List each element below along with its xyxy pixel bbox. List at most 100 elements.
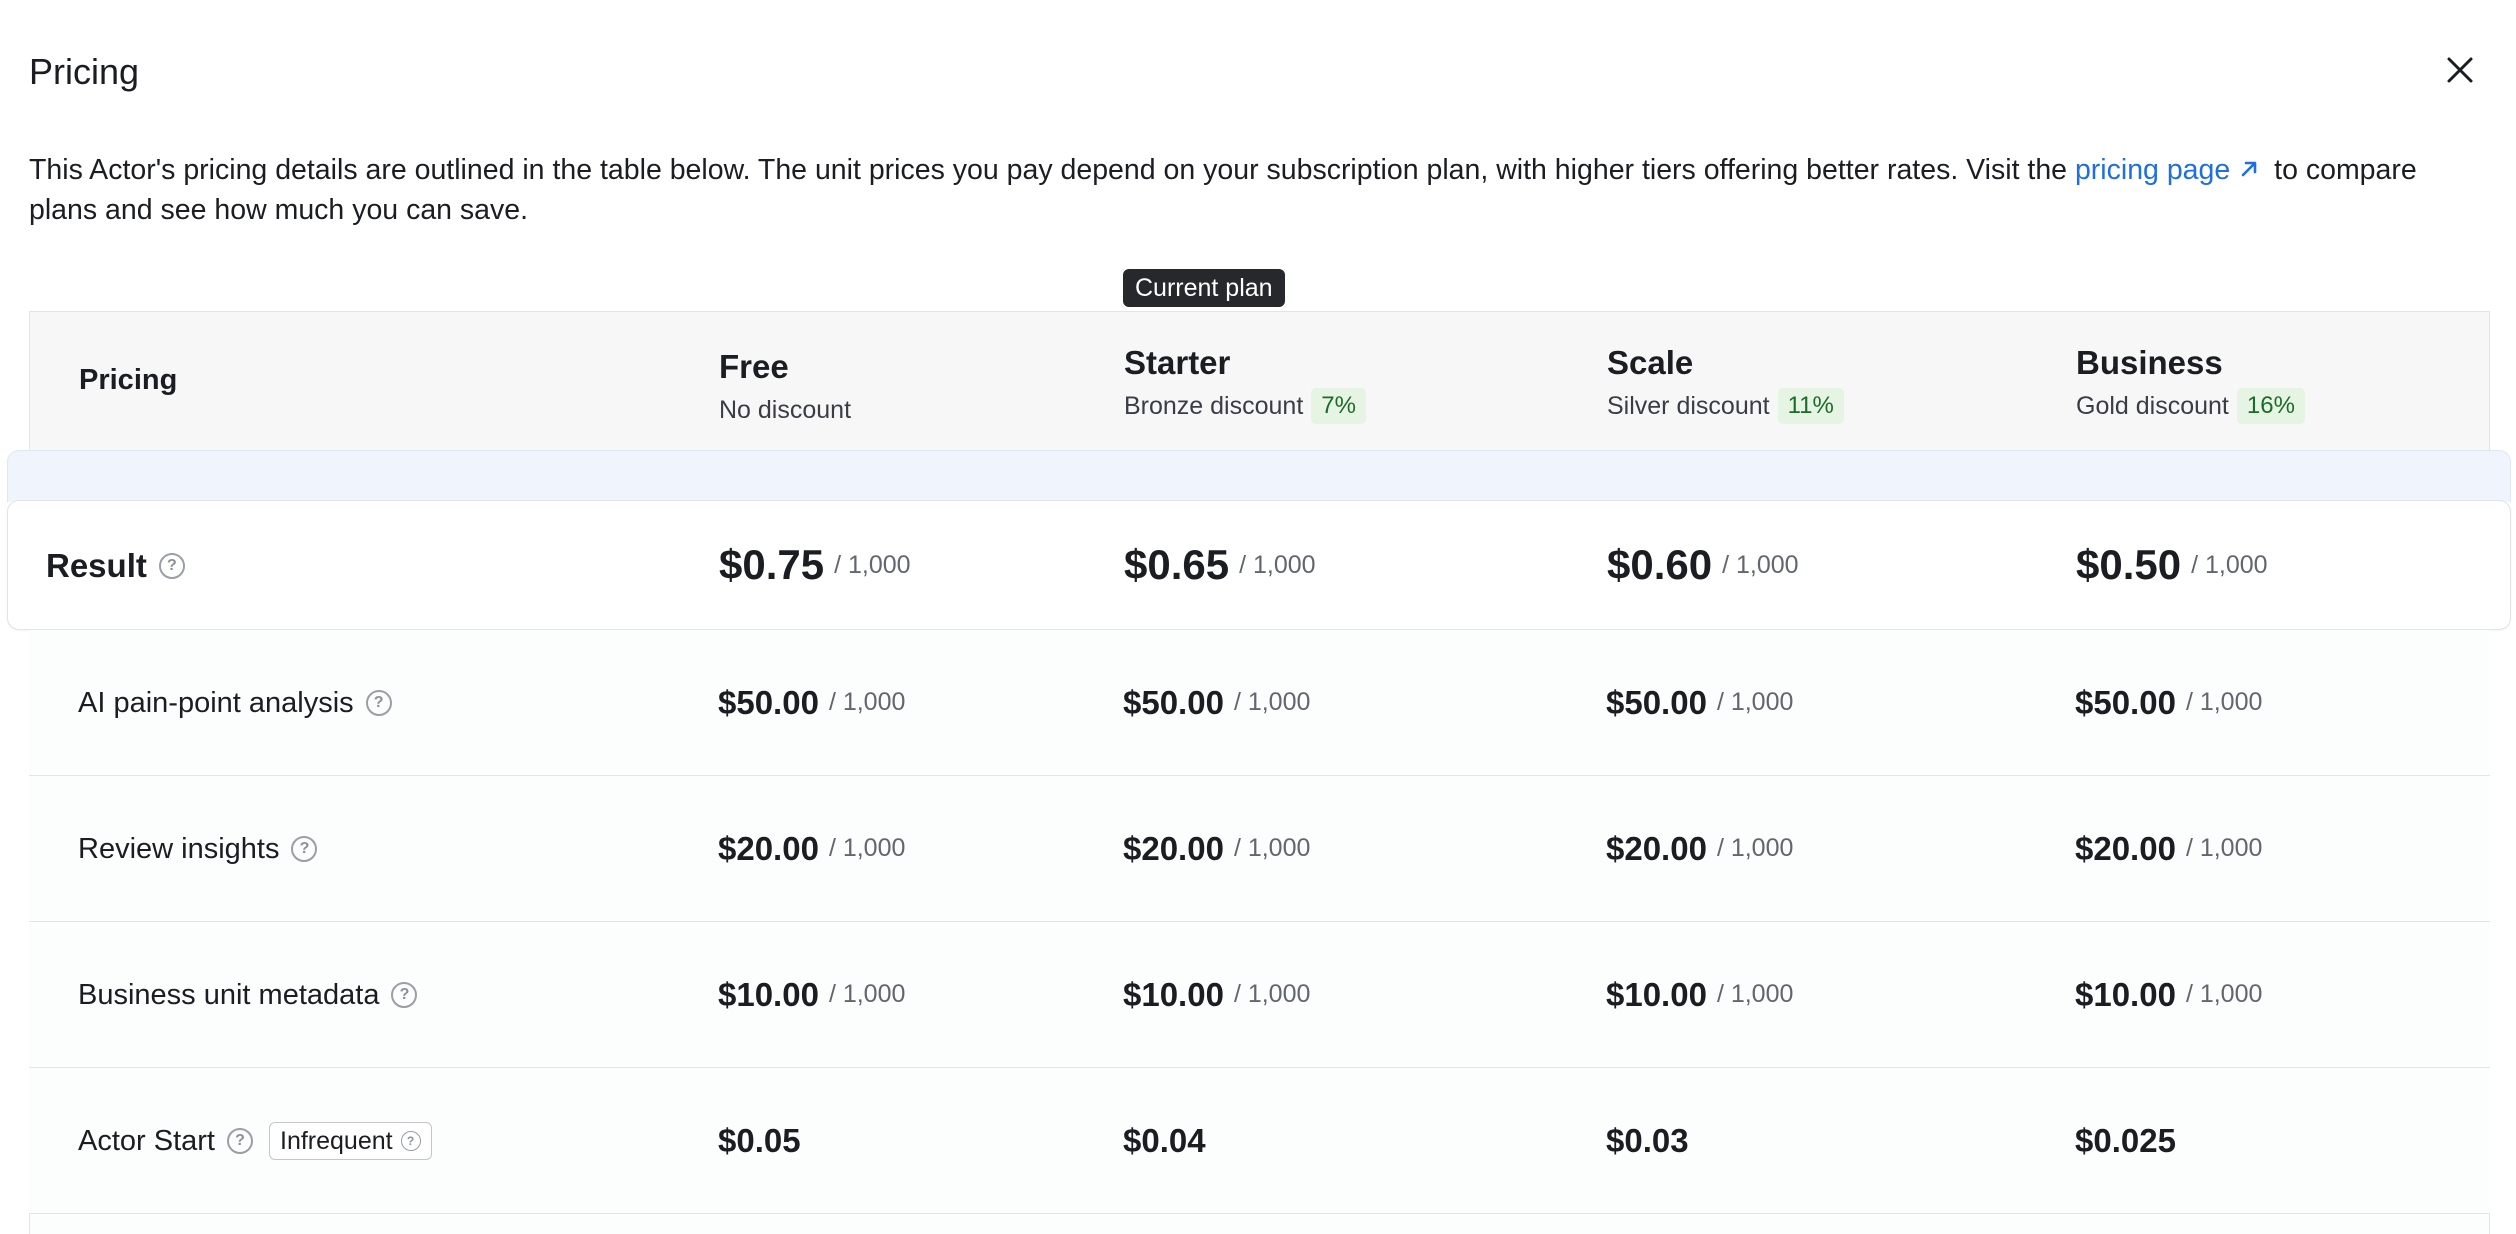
- row-label-text: AI pain-point analysis: [78, 686, 354, 719]
- help-icon[interactable]: ?: [227, 1128, 253, 1154]
- help-icon[interactable]: ?: [291, 836, 318, 862]
- plan-name: Starter: [1124, 344, 1231, 381]
- table-row-actor-start: Actor Start ? Infrequent ? $0.05 $0.04 $…: [29, 1068, 2490, 1214]
- row-label-text: Review insights: [78, 832, 280, 865]
- price: $20.00: [2075, 829, 2176, 867]
- discount-label: Gold discount: [2076, 392, 2229, 420]
- discount-badge: 7%: [1311, 388, 1366, 424]
- current-plan-badge: Current plan: [1123, 269, 1285, 307]
- price: $20.00: [1123, 829, 1224, 867]
- price: $50.00: [1606, 683, 1707, 721]
- row-label: Actor Start ? Infrequent ?: [78, 1068, 432, 1214]
- unit: / 1,000: [1716, 688, 1794, 716]
- price-cell: $0.50 / 1,000: [2076, 501, 2268, 629]
- unit: / 1,000: [1716, 834, 1794, 862]
- plan-header-business: Business Gold discount 16%: [2076, 342, 2305, 424]
- result-band: [7, 450, 2511, 502]
- unit: / 1,000: [834, 550, 911, 579]
- price-cell: $50.00 / 1,000: [718, 630, 905, 775]
- help-icon[interactable]: ?: [391, 982, 418, 1008]
- row-label: AI pain-point analysis ?: [78, 630, 392, 776]
- unit: / 1,000: [2185, 834, 2263, 862]
- price-cell: $10.00 / 1,000: [1606, 922, 1793, 1067]
- price-cell: $0.05: [718, 1068, 801, 1213]
- discount-label: Bronze discount: [1124, 392, 1304, 420]
- price-cell: $50.00 / 1,000: [1606, 630, 1793, 775]
- price: $20.00: [718, 829, 819, 867]
- price-cell: $0.025: [2075, 1068, 2176, 1213]
- price-cell: $20.00 / 1,000: [718, 776, 905, 921]
- price: $0.65: [1124, 541, 1230, 588]
- table-row-result: Result ? $0.75 / 1,000 $0.65 / 1,000 $0.60…: [7, 500, 2511, 630]
- price: $0.05: [718, 1121, 801, 1159]
- table-row-ai-pain-point-analysis: AI pain-point analysis ? $50.00 / 1,000 $…: [29, 630, 2490, 776]
- price: $50.00: [2075, 683, 2176, 721]
- plan-name: Business: [2076, 344, 2223, 381]
- plan-discount: Gold discount 16%: [2076, 388, 2305, 424]
- intro-text-start: This Actor's pricing details are outline…: [29, 154, 2075, 186]
- price-cell: $50.00 / 1,000: [2075, 630, 2262, 775]
- table-row-business-unit-metadata: Business unit metadata ? $10.00 / 1,000 $…: [29, 922, 2490, 1068]
- row-label-text: Actor Start: [78, 1124, 215, 1157]
- price-cell: $10.00 / 1,000: [718, 922, 905, 1067]
- price: $50.00: [718, 683, 819, 721]
- price: $50.00: [1123, 683, 1224, 721]
- plan-header-scale: Scale Silver discount 11%: [1607, 342, 1844, 424]
- price-cell: $10.00 / 1,000: [2075, 922, 2262, 1067]
- discount-label: Silver discount: [1607, 392, 1770, 420]
- unit: / 1,000: [1239, 550, 1316, 579]
- row-label: Review insights ?: [78, 776, 318, 922]
- infrequent-tag-label: Infrequent: [280, 1126, 393, 1155]
- plan-name: Free: [719, 348, 789, 385]
- price: $20.00: [1606, 829, 1707, 867]
- price-cell: $50.00 / 1,000: [1123, 630, 1310, 775]
- unit: / 1,000: [2185, 688, 2263, 716]
- unit: / 1,000: [1233, 688, 1311, 716]
- price-cell: $20.00 / 1,000: [1123, 776, 1310, 921]
- price: $10.00: [718, 975, 819, 1013]
- price: $0.60: [1607, 541, 1713, 588]
- help-icon[interactable]: ?: [365, 690, 392, 716]
- price: $10.00: [1606, 975, 1707, 1013]
- price: $0.03: [1606, 1121, 1689, 1159]
- row-label: Business unit metadata ?: [78, 922, 418, 1068]
- unit: / 1,000: [1722, 550, 1799, 579]
- unit: / 1,000: [1233, 834, 1311, 862]
- price-cell: $0.60 / 1,000: [1607, 501, 1799, 629]
- unit: / 1,000: [1716, 980, 1794, 1008]
- unit: / 1,000: [828, 980, 906, 1008]
- price-cell: $0.04: [1123, 1068, 1206, 1213]
- price-cell: $0.75 / 1,000: [719, 501, 911, 629]
- price-cell: $20.00 / 1,000: [1606, 776, 1793, 921]
- external-link-icon: [2241, 162, 2257, 177]
- dialog-title: Pricing: [29, 51, 140, 92]
- unit: / 1,000: [2191, 550, 2268, 579]
- pricing-page-link-label: pricing page: [2074, 154, 2231, 186]
- discount-badge: 11%: [1777, 388, 1844, 424]
- plan-discount: Bronze discount 7%: [1124, 388, 1366, 424]
- plan-header-free: Free No discount: [719, 342, 851, 428]
- price: $0.04: [1123, 1121, 1206, 1159]
- price-cell: $0.65 / 1,000: [1124, 501, 1316, 629]
- plan-header-starter: Starter Bronze discount 7%: [1124, 342, 1366, 424]
- unit: / 1,000: [828, 834, 906, 862]
- unit: / 1,000: [1233, 980, 1311, 1008]
- price: $0.025: [2075, 1121, 2176, 1159]
- unit: / 1,000: [2185, 980, 2263, 1008]
- infrequent-tag[interactable]: Infrequent ?: [269, 1122, 432, 1160]
- table-header: Pricing Free No discount Starter Bronze …: [30, 312, 2489, 451]
- price: $0.50: [2076, 541, 2182, 588]
- price-cell: $0.03: [1606, 1068, 1689, 1213]
- price-cell: $20.00 / 1,000: [2075, 776, 2262, 921]
- intro-text: This Actor's pricing details are outline…: [29, 150, 2489, 230]
- help-icon: ?: [400, 1131, 421, 1151]
- help-icon[interactable]: ?: [158, 553, 185, 579]
- plan-discount: No discount: [719, 392, 851, 428]
- close-icon: [2447, 57, 2473, 83]
- close-button[interactable]: [2440, 50, 2480, 90]
- price: $10.00: [2075, 975, 2176, 1013]
- plan-discount: Silver discount 11%: [1607, 388, 1844, 424]
- table-row-review-insights: Review insights ? $20.00 / 1,000 $20.00 / …: [29, 776, 2490, 922]
- row-label-text: Result: [46, 547, 147, 584]
- pricing-page-link[interactable]: pricing page: [2075, 154, 2266, 186]
